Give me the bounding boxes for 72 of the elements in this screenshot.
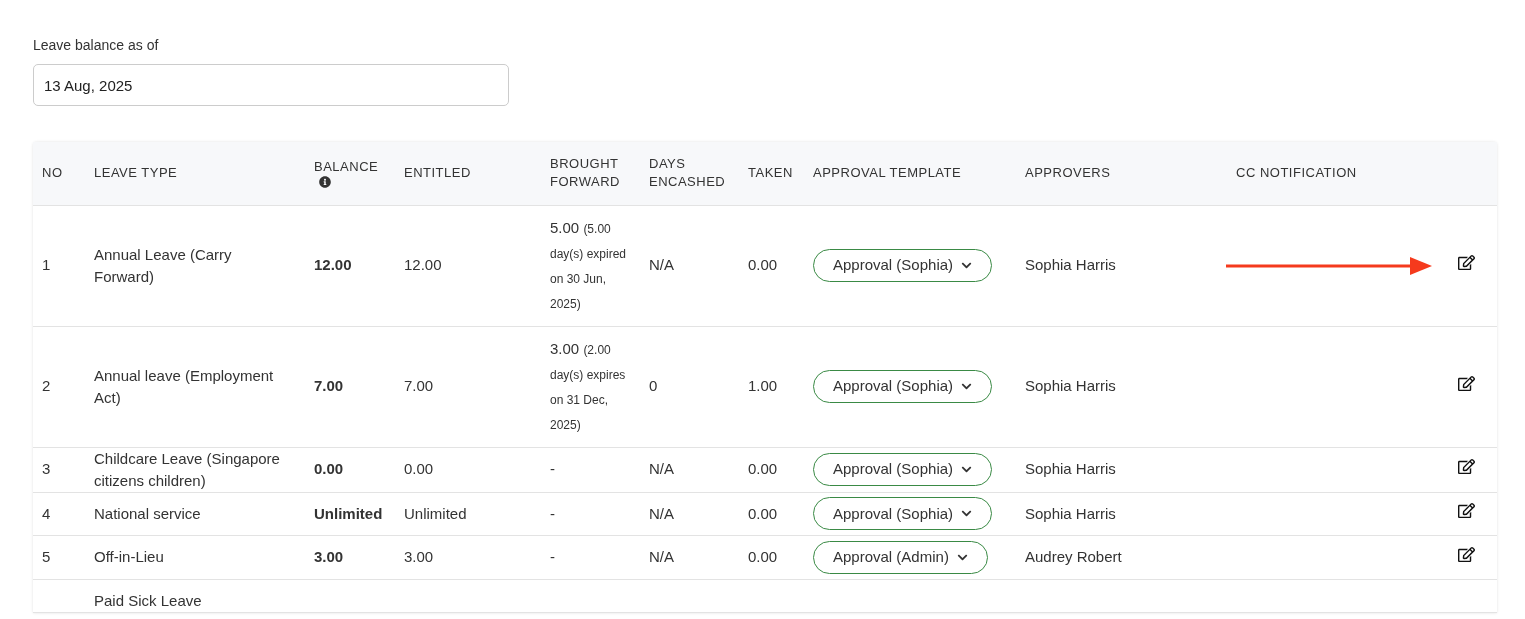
column-header: TAKEN [748, 164, 793, 183]
approver-name: Audrey Robert [1025, 548, 1122, 565]
edit-button[interactable] [1457, 253, 1475, 271]
row-number: 3 [42, 460, 51, 478]
column-header: NO [42, 164, 63, 183]
entitled-value: 0.00 [404, 460, 434, 478]
column-header: BALANCE [314, 158, 379, 177]
taken-value: 0.00 [748, 460, 778, 478]
balance-value: Unlimited [314, 504, 383, 522]
column-header: BROUGHT FORWARD [550, 155, 621, 192]
balance-value: 12.00 [314, 256, 352, 274]
approval-template-dropdown[interactable]: Approval (Sophia) [813, 497, 993, 531]
entitled-value: 12.00 [404, 256, 442, 274]
edit-button[interactable] [1457, 457, 1475, 475]
brought-forward-value: 3.00 (2.00 day(s) expires on 31 Dec, 2025) [550, 338, 627, 434]
brought-forward-value: - [550, 460, 555, 478]
leave-type: Off-in-Lieu [94, 547, 165, 568]
brought-forward-value: 5.00 (5.00 day(s) expired on 30 Jun, 2025) [550, 217, 628, 313]
taken-value: 0.00 [748, 256, 778, 274]
taken-value: 0.00 [748, 504, 778, 522]
row-number: 5 [42, 548, 51, 565]
brought-forward-value: - [550, 504, 555, 522]
edit-icon [1457, 545, 1475, 563]
approver-name: Sophia Harris [1025, 377, 1116, 395]
chevron-down-icon [961, 464, 973, 475]
taken-value: 0.00 [748, 548, 778, 565]
edit-icon [1457, 253, 1475, 271]
column-header: APPROVAL TEMPLATE [813, 164, 962, 183]
approver-name: Sophia Harris [1025, 460, 1116, 478]
brought-forward-value: - [550, 548, 555, 565]
balance-value: 0.00 [314, 460, 344, 478]
entitled-value: 7.00 [404, 377, 434, 395]
edit-icon [1457, 374, 1475, 392]
column-header: ENTITLED [404, 164, 471, 183]
balance-value: 7.00 [314, 377, 344, 395]
row-number: 4 [42, 504, 51, 522]
edit-button[interactable] [1457, 374, 1475, 392]
column-header: DAYS ENCASHED [649, 155, 727, 192]
row-number: 2 [42, 377, 51, 395]
approval-template-dropdown[interactable]: Approval (Sophia) [813, 370, 993, 403]
column-header: CC NOTIFICATION [1236, 164, 1357, 183]
chevron-down-icon [961, 381, 973, 392]
edit-icon [1457, 502, 1475, 519]
edit-button[interactable] [1457, 502, 1475, 519]
row-number: 1 [42, 256, 51, 274]
balance-value: 3.00 [314, 548, 344, 565]
entitled-value: Unlimited [404, 504, 467, 522]
edit-icon [1457, 457, 1475, 475]
days-encashed-value: N/A [649, 548, 674, 565]
days-encashed-value: 0 [649, 377, 658, 395]
info-icon [319, 176, 331, 189]
date-field[interactable]: 13 Aug, 2025 [33, 64, 509, 106]
leave-type: Childcare Leave (Singapore citizens children) [94, 448, 281, 491]
approval-template-dropdown[interactable]: Approval (Admin) [813, 540, 988, 574]
leave-type: Paid Sick Leave [94, 590, 203, 611]
chevron-down-icon [961, 260, 973, 271]
column-header: APPROVERS [1025, 164, 1111, 183]
days-encashed-value: N/A [649, 460, 674, 478]
approval-template-dropdown[interactable]: Approval (Sophia) [813, 249, 993, 282]
leave-type: Annual Leave (Carry Forward) [94, 244, 233, 287]
days-encashed-value: N/A [649, 504, 674, 522]
column-header: LEAVE TYPE [94, 164, 178, 183]
approver-name: Sophia Harris [1025, 504, 1116, 522]
days-encashed-value: N/A [649, 256, 674, 274]
field-label: Leave balance as of [33, 36, 160, 55]
leave-type: National service [94, 503, 202, 524]
leave-type: Annual leave (Employment Act) [94, 365, 275, 408]
taken-value: 1.00 [748, 377, 778, 395]
approval-template-dropdown[interactable]: Approval (Sophia) [813, 453, 993, 486]
approver-name: Sophia Harris [1025, 256, 1116, 274]
entitled-value: 3.00 [404, 548, 434, 565]
edit-button[interactable] [1457, 545, 1475, 563]
